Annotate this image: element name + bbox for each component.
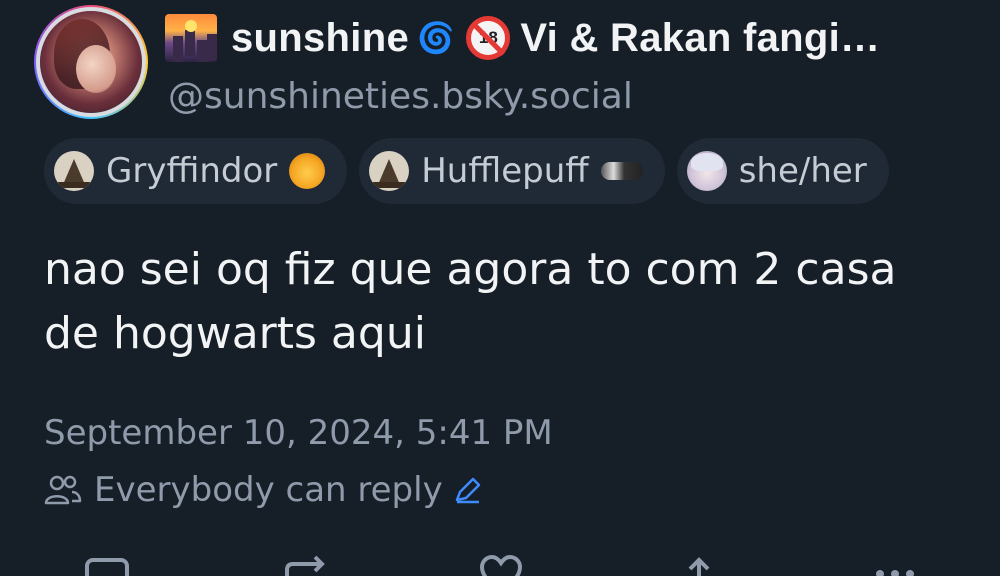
reply-settings[interactable]: Everybody can reply (44, 470, 483, 510)
like-icon[interactable] (478, 552, 524, 576)
author-name-row[interactable]: sunshine 🌀 18 Vi & Rakan fangi… (165, 10, 880, 66)
post-timestamp[interactable]: September 10, 2024, 5:41 PM (44, 413, 553, 453)
reply-setting-text: Everybody can reply (94, 470, 443, 510)
post-thread-view: sunshine 🌀 18 Vi & Rakan fangi… @sunshin… (0, 0, 1000, 576)
lion-face-icon (289, 153, 326, 189)
city-sunset-emoji-icon (165, 14, 217, 62)
repost-icon[interactable] (283, 552, 329, 576)
label-gryffindor[interactable]: Gryffindor (44, 138, 348, 204)
author-handle[interactable]: @sunshineties.bsky.social (168, 76, 633, 117)
post-action-bar (0, 548, 1000, 576)
reply-icon[interactable] (84, 552, 130, 576)
sorting-hat-icon (369, 151, 410, 191)
pencil-edit-icon[interactable] (453, 475, 483, 505)
author-display-name: sunshine (231, 15, 409, 60)
label-text: Gryffindor (106, 151, 278, 191)
no-under-18-emoji-icon: 18 (466, 16, 511, 60)
badger-icon (600, 162, 643, 180)
post-text: nao sei oq fiz que agora to com 2 casa d… (44, 244, 897, 359)
profile-labels: Gryffindor Hufflepuff she/her (44, 138, 889, 204)
label-text: she/her (738, 151, 867, 191)
author-avatar[interactable] (40, 11, 142, 113)
sorting-hat-icon (54, 151, 94, 191)
spiral-emoji-icon: 🌀 (417, 20, 455, 56)
more-icon[interactable] (872, 552, 918, 576)
anime-avatar-icon (686, 151, 727, 191)
share-icon[interactable] (676, 552, 722, 576)
label-text: Hufflepuff (421, 151, 589, 191)
label-hufflepuff[interactable]: Hufflepuff (359, 138, 665, 204)
author-display-name-suffix: Vi & Rakan fangi… (520, 15, 881, 60)
people-icon (44, 475, 82, 505)
label-pronouns[interactable]: she/her (676, 138, 889, 204)
